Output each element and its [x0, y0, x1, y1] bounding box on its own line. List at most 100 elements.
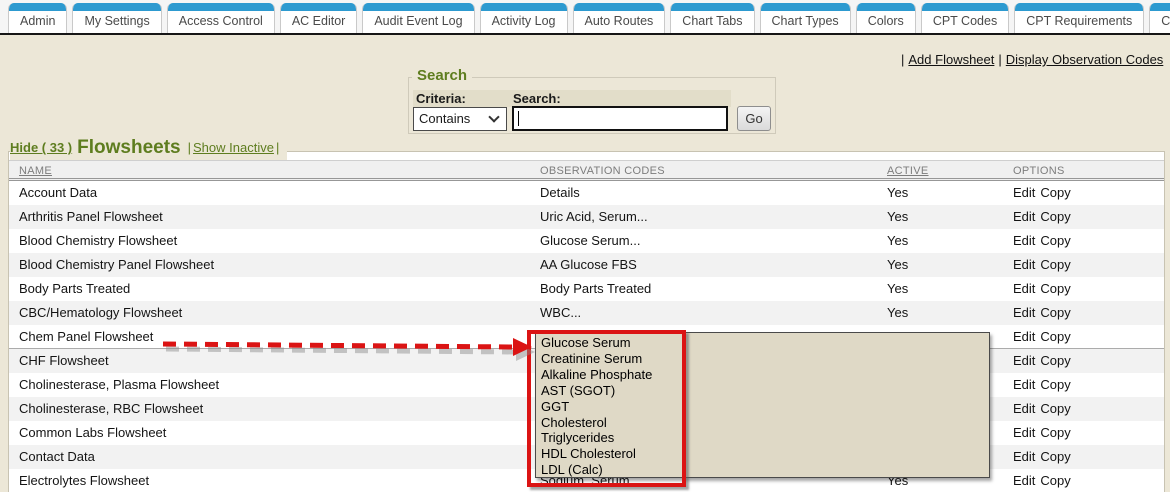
- tab-accent-bar: [168, 3, 274, 11]
- copy-link[interactable]: Copy: [1040, 233, 1070, 248]
- row-name: Chem Panel Flowsheet: [19, 325, 153, 349]
- row-options: Edit Copy: [1013, 421, 1071, 445]
- row-observation-codes[interactable]: Glucose Serum...: [540, 229, 640, 253]
- link-separator: |: [994, 52, 1005, 67]
- copy-link[interactable]: Copy: [1040, 257, 1070, 272]
- copy-link[interactable]: Copy: [1040, 449, 1070, 464]
- col-header-options: OPTIONS: [1013, 165, 1065, 177]
- popup-code: Creatinine Serum: [541, 351, 989, 367]
- separator: |: [274, 140, 281, 155]
- text-cursor: [518, 111, 519, 126]
- copy-link[interactable]: Copy: [1040, 425, 1070, 440]
- edit-link[interactable]: Edit: [1013, 209, 1035, 224]
- row-active: Yes: [887, 205, 908, 229]
- row-options: Edit Copy: [1013, 325, 1071, 349]
- table-row: Blood Chemistry Flowsheet Glucose Serum.…: [9, 229, 1164, 253]
- row-observation-codes[interactable]: Details: [540, 181, 580, 205]
- row-name: Electrolytes Flowsheet: [19, 469, 149, 492]
- row-name: Contact Data: [19, 445, 95, 469]
- tab-chart-tabs[interactable]: Chart Tabs: [670, 3, 754, 33]
- tab-label: Auto Routes: [574, 11, 665, 33]
- tab-cpt-requirements[interactable]: CPT Requirements: [1014, 3, 1144, 33]
- edit-link[interactable]: Edit: [1013, 281, 1035, 296]
- edit-link[interactable]: Edit: [1013, 473, 1035, 488]
- tab-accent-bar: [574, 3, 665, 11]
- tab-audit-event-log[interactable]: Audit Event Log: [362, 3, 474, 33]
- row-observation-codes[interactable]: Body Parts Treated: [540, 277, 651, 301]
- tab-label: AC Editor: [281, 11, 357, 33]
- tab-accent-bar: [9, 3, 66, 11]
- copy-link[interactable]: Copy: [1040, 209, 1070, 224]
- criteria-select[interactable]: Contains: [413, 107, 507, 131]
- copy-link[interactable]: Copy: [1040, 473, 1070, 488]
- copy-link[interactable]: Copy: [1040, 353, 1070, 368]
- table-row: Account Data Details Yes EditCopy: [9, 181, 1164, 205]
- row-active: Yes: [887, 301, 908, 325]
- edit-link[interactable]: Edit: [1013, 185, 1035, 200]
- tab-label: Activity Log: [481, 11, 567, 33]
- search-input[interactable]: [512, 106, 728, 131]
- tab-accent-bar: [922, 3, 1008, 11]
- tab-accent-bar: [671, 3, 753, 11]
- tab-ac-editor[interactable]: AC Editor: [280, 3, 358, 33]
- row-observation-codes[interactable]: Uric Acid, Serum...: [540, 205, 648, 229]
- display-observation-codes-link[interactable]: Display Observation Codes: [1006, 52, 1164, 67]
- criteria-selected-value: Contains: [419, 111, 470, 126]
- tab-chart-types[interactable]: Chart Types: [760, 3, 851, 33]
- row-options: Edit Copy: [1013, 301, 1071, 325]
- show-inactive-link[interactable]: Show Inactive: [193, 140, 274, 155]
- tab-cpt-codes[interactable]: CPT Codes: [921, 3, 1009, 33]
- tab-custom-pharmacy[interactable]: Custom Pharmacy: [1149, 3, 1170, 33]
- tab-accent-bar: [1015, 3, 1143, 11]
- tab-my-settings[interactable]: My Settings: [72, 3, 161, 33]
- tab-colors[interactable]: Colors: [856, 3, 916, 33]
- header-links: |Add Flowsheet|Display Observation Codes: [897, 52, 1163, 67]
- edit-link[interactable]: Edit: [1013, 257, 1035, 272]
- separator: |: [186, 140, 193, 155]
- copy-link[interactable]: Copy: [1040, 329, 1070, 344]
- sort-name-link[interactable]: NAME: [19, 165, 52, 177]
- tab-auto-routes[interactable]: Auto Routes: [573, 3, 666, 33]
- col-header-name[interactable]: NAME: [19, 165, 52, 177]
- tab-label: Chart Tabs: [671, 11, 753, 33]
- row-observation-codes[interactable]: WBC...: [540, 301, 581, 325]
- copy-link[interactable]: Copy: [1040, 401, 1070, 416]
- row-options: Edit Copy: [1013, 373, 1071, 397]
- row-name: CHF Flowsheet: [19, 349, 109, 373]
- copy-link[interactable]: Copy: [1040, 185, 1070, 200]
- popup-code: Triglycerides: [541, 430, 989, 446]
- sort-active-link[interactable]: ACTIVE: [887, 165, 929, 177]
- row-options: Edit Copy: [1013, 445, 1071, 469]
- observation-codes-popup: Glucose Serum Creatinine Serum Alkaline …: [535, 332, 990, 478]
- row-observation-codes[interactable]: AA Glucose FBS: [540, 253, 637, 277]
- tab-accent-bar: [363, 3, 473, 11]
- edit-link[interactable]: Edit: [1013, 329, 1035, 344]
- add-flowsheet-link[interactable]: Add Flowsheet: [908, 52, 994, 67]
- tab-activity-log[interactable]: Activity Log: [480, 3, 568, 33]
- hide-count-link[interactable]: Hide ( 33 ): [10, 140, 72, 155]
- popup-code: Cholesterol: [541, 415, 989, 431]
- edit-link[interactable]: Edit: [1013, 449, 1035, 464]
- edit-link[interactable]: Edit: [1013, 425, 1035, 440]
- popup-code: AST (SGOT): [541, 383, 989, 399]
- edit-link[interactable]: Edit: [1013, 377, 1035, 392]
- edit-link[interactable]: Edit: [1013, 233, 1035, 248]
- tab-label: Audit Event Log: [363, 11, 473, 33]
- go-button[interactable]: Go: [737, 106, 771, 131]
- edit-link[interactable]: Edit: [1013, 353, 1035, 368]
- edit-link[interactable]: Edit: [1013, 401, 1035, 416]
- tab-admin[interactable]: Admin: [8, 3, 67, 33]
- col-header-active[interactable]: ACTIVE: [887, 165, 929, 177]
- edit-link[interactable]: Edit: [1013, 305, 1035, 320]
- row-active: Yes: [887, 253, 908, 277]
- copy-link[interactable]: Copy: [1040, 281, 1070, 296]
- tab-label: My Settings: [73, 11, 160, 33]
- copy-link[interactable]: Copy: [1040, 377, 1070, 392]
- tab-access-control[interactable]: Access Control: [167, 3, 275, 33]
- chevron-down-icon: [488, 111, 499, 122]
- tab-bar-divider: [0, 33, 1170, 35]
- row-name: Body Parts Treated: [19, 277, 130, 301]
- table-row: Body Parts Treated Body Parts Treated Ye…: [9, 277, 1164, 301]
- row-name: CBC/Hematology Flowsheet: [19, 301, 182, 325]
- copy-link[interactable]: Copy: [1040, 305, 1070, 320]
